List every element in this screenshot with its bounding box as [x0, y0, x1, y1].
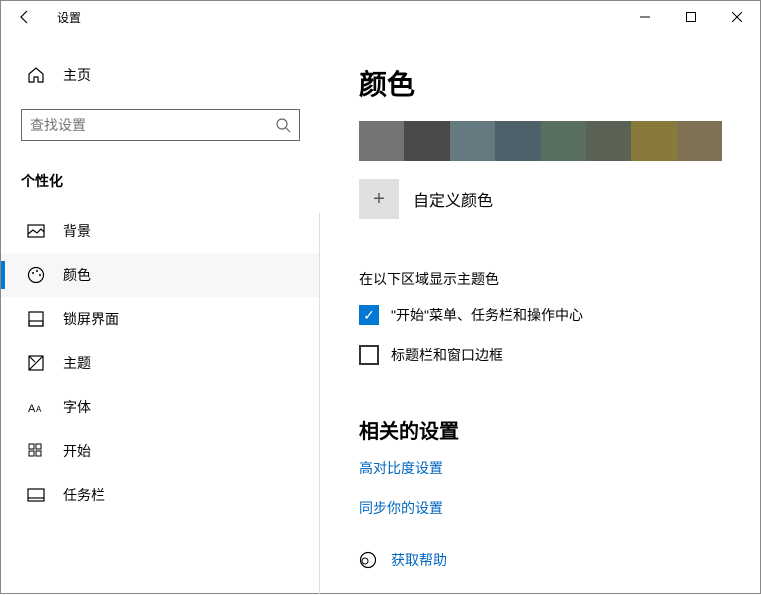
- back-button[interactable]: [1, 1, 49, 33]
- link-sync-settings[interactable]: 同步你的设置: [359, 498, 722, 518]
- start-icon: [27, 442, 45, 460]
- custom-color-row[interactable]: + 自定义颜色: [359, 179, 722, 219]
- checkbox-titlebars[interactable]: 标题栏和窗口边框: [359, 345, 722, 365]
- sidebar-divider: [319, 213, 320, 595]
- custom-color-label: 自定义颜色: [413, 187, 493, 211]
- window-controls: [622, 1, 760, 33]
- color-swatch[interactable]: [404, 121, 449, 161]
- color-swatch[interactable]: [631, 121, 676, 161]
- sidebar: 主页 个性化 背景 颜色 锁屏界面 主题 AA 字体 开始: [1, 33, 321, 595]
- checkbox-label: 标题栏和窗口边框: [391, 345, 503, 365]
- checkbox-icon: [359, 345, 379, 365]
- lockscreen-icon: [27, 310, 45, 328]
- color-swatch[interactable]: [495, 121, 540, 161]
- maximize-button[interactable]: [668, 1, 714, 33]
- accent-subhead: 在以下区域显示主题色: [359, 269, 722, 289]
- color-swatch[interactable]: [677, 121, 722, 161]
- nav-label: 主题: [63, 353, 91, 373]
- color-swatch[interactable]: [541, 121, 586, 161]
- close-icon: [732, 12, 742, 22]
- checkbox-icon: [359, 305, 379, 325]
- theme-icon: [27, 354, 45, 372]
- plus-icon: +: [359, 179, 399, 219]
- nav-label: 颜色: [63, 265, 91, 285]
- nav-background[interactable]: 背景: [1, 209, 320, 253]
- main-panel: 颜色 + 自定义颜色 在以下区域显示主题色 "开始"菜单、任务栏和操作中心 标题…: [321, 33, 760, 595]
- search-input[interactable]: [30, 117, 275, 133]
- titlebar: 设置: [1, 1, 760, 33]
- back-arrow-icon: [17, 9, 33, 25]
- app-title: 设置: [57, 9, 622, 26]
- font-icon: AA: [27, 398, 45, 416]
- nav-lockscreen[interactable]: 锁屏界面: [1, 297, 320, 341]
- palette-icon: [27, 266, 45, 284]
- nav-taskbar[interactable]: 任务栏: [1, 473, 320, 517]
- nav-label: 开始: [63, 441, 91, 461]
- search-icon: [275, 117, 291, 133]
- maximize-icon: [686, 12, 696, 22]
- home-nav[interactable]: 主页: [1, 57, 320, 93]
- nav-themes[interactable]: 主题: [1, 341, 320, 385]
- minimize-icon: [640, 12, 650, 22]
- nav-start[interactable]: 开始: [1, 429, 320, 473]
- checkbox-label: "开始"菜单、任务栏和操作中心: [391, 305, 583, 325]
- nav-label: 背景: [63, 221, 91, 241]
- nav-label: 字体: [63, 397, 91, 417]
- color-swatch[interactable]: [359, 121, 404, 161]
- help-icon: [359, 551, 377, 569]
- svg-text:A: A: [28, 403, 36, 415]
- minimize-button[interactable]: [622, 1, 668, 33]
- page-title: 颜色: [359, 63, 722, 103]
- window-scrollbar[interactable]: [752, 33, 760, 593]
- search-box[interactable]: [21, 109, 300, 141]
- help-row[interactable]: 获取帮助: [359, 550, 722, 570]
- nav-fonts[interactable]: AA 字体: [1, 385, 320, 429]
- color-swatch[interactable]: [586, 121, 631, 161]
- nav-label: 任务栏: [63, 485, 105, 505]
- taskbar-icon: [27, 486, 45, 504]
- link-high-contrast[interactable]: 高对比度设置: [359, 458, 722, 478]
- nav-label: 锁屏界面: [63, 309, 119, 329]
- home-label: 主页: [63, 65, 91, 85]
- help-link[interactable]: 获取帮助: [391, 550, 447, 570]
- related-title: 相关的设置: [359, 415, 722, 444]
- section-title: 个性化: [1, 165, 320, 209]
- nav-colors[interactable]: 颜色: [1, 253, 320, 297]
- color-swatch[interactable]: [450, 121, 495, 161]
- close-button[interactable]: [714, 1, 760, 33]
- color-swatches: [359, 121, 722, 161]
- picture-icon: [27, 222, 45, 240]
- home-icon: [27, 66, 45, 84]
- checkbox-start-taskbar[interactable]: "开始"菜单、任务栏和操作中心: [359, 305, 722, 325]
- svg-text:A: A: [36, 405, 42, 414]
